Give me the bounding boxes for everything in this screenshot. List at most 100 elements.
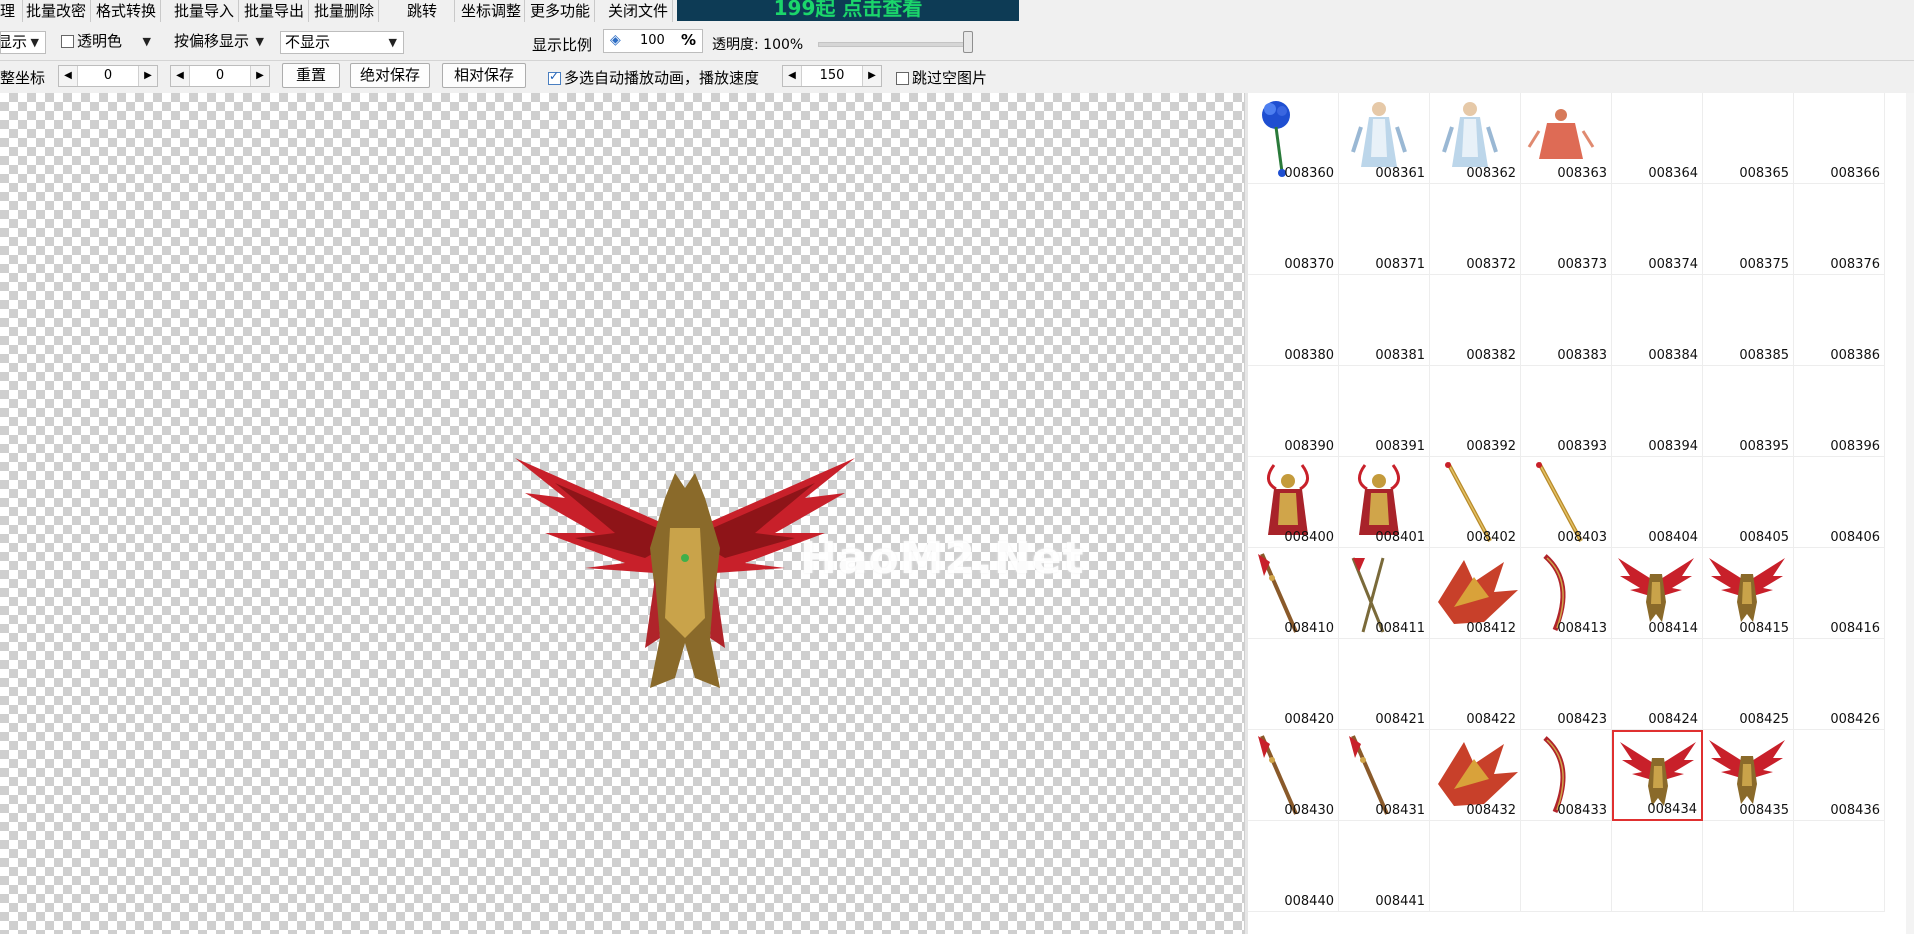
thumbnail-cell[interactable]: 008396 (1794, 366, 1885, 457)
thumbnail-cell[interactable]: 008432 (1430, 730, 1521, 821)
promo-banner[interactable]: 199起 点击查看 (677, 0, 1019, 21)
batch-import-button[interactable]: 批量导入 (170, 0, 239, 22)
display-mode-combo[interactable]: 显示 ▼ (0, 31, 46, 54)
autoplay-checkbox[interactable] (548, 69, 561, 85)
speed-value[interactable]: 150 (801, 66, 863, 86)
arrow-left-icon[interactable]: ◀ (171, 66, 190, 86)
thumbnail-cell[interactable]: 008434 (1612, 730, 1703, 821)
thumbnail-cell[interactable]: 008431 (1339, 730, 1430, 821)
y-coord-value[interactable]: 0 (189, 66, 251, 86)
speed-spinner[interactable]: ◀ 150 ▶ (782, 65, 882, 87)
zoom-field[interactable]: ◈ 100 % (603, 29, 703, 53)
jump-button[interactable]: 跳转 (390, 0, 455, 22)
manage-button[interactable]: 理 (0, 0, 23, 22)
thumbnail-cell[interactable]: 008415 (1703, 548, 1794, 639)
thumbnail-cell[interactable]: 008384 (1612, 275, 1703, 366)
thumbnail-cell[interactable]: 008411 (1339, 548, 1430, 639)
thumbnail-cell[interactable]: 008402 (1430, 457, 1521, 548)
thumbnail-cell[interactable]: 008433 (1521, 730, 1612, 821)
thumbnail-cell[interactable]: 008436 (1794, 730, 1885, 821)
thumbnail-cell[interactable]: 008390 (1248, 366, 1339, 457)
close-file-button[interactable]: 关闭文件 (604, 0, 673, 22)
thumbnail-cell[interactable]: 008416 (1794, 548, 1885, 639)
arrow-right-icon[interactable]: ▶ (862, 66, 881, 86)
batch-delete-button[interactable]: 批量删除 (310, 0, 379, 22)
thumbnail-cell[interactable]: 008395 (1703, 366, 1794, 457)
zoom-value[interactable]: 100 (640, 33, 665, 48)
x-coord-value[interactable]: 0 (77, 66, 139, 86)
thumbnail-cell[interactable]: 008363 (1521, 93, 1612, 184)
transparent-checkbox[interactable] (61, 35, 74, 48)
thumbnail-cell[interactable]: 008385 (1703, 275, 1794, 366)
thumbnail-cell[interactable]: 008381 (1339, 275, 1430, 366)
thumbnail-cell[interactable]: 008410 (1248, 548, 1339, 639)
thumbnail-cell[interactable]: 008414 (1612, 548, 1703, 639)
thumbnail-cell[interactable]: 008366 (1794, 93, 1885, 184)
opacity-slider-handle[interactable] (963, 31, 973, 53)
thumbnail-cell[interactable]: 008392 (1430, 366, 1521, 457)
thumbnail-cell[interactable]: 008361 (1339, 93, 1430, 184)
thumbnail-cell[interactable]: 008401 (1339, 457, 1430, 548)
thumbnail-cell[interactable]: 008420 (1248, 639, 1339, 730)
coord-adjust-button[interactable]: 坐标调整 (458, 0, 525, 22)
offset-display-combo[interactable]: 按偏移显示 ▼ (170, 31, 270, 54)
thumbnail-cell[interactable]: 008394 (1612, 366, 1703, 457)
skip-empty-option[interactable]: 跳过空图片 (896, 67, 987, 88)
hide-combo[interactable]: 不显示 ▼ (280, 31, 404, 54)
thumbnail-cell[interactable]: 008405 (1703, 457, 1794, 548)
thumbnail-cell[interactable]: 008406 (1794, 457, 1885, 548)
skip-empty-checkbox[interactable] (896, 72, 909, 85)
thumbnail-cell[interactable]: 008422 (1430, 639, 1521, 730)
more-features-button[interactable]: 更多功能 (526, 0, 595, 22)
arrow-right-icon[interactable]: ▶ (250, 66, 269, 86)
thumbnail-cell[interactable]: 008403 (1521, 457, 1612, 548)
opacity-slider-track[interactable] (818, 42, 970, 47)
thumbnail-cell[interactable]: 008386 (1794, 275, 1885, 366)
reset-button[interactable]: 重置 (282, 63, 340, 88)
thumbnail-cell[interactable]: 008364 (1612, 93, 1703, 184)
thumbnail-cell[interactable]: 008426 (1794, 639, 1885, 730)
autoplay-option[interactable]: 多选自动播放动画，播放速度 (548, 67, 759, 88)
thumbnail-cell[interactable]: 008440 (1248, 821, 1339, 912)
thumbnail-cell[interactable]: 008391 (1339, 366, 1430, 457)
thumbnail-cell[interactable]: 008393 (1521, 366, 1612, 457)
batch-rekey-button[interactable]: 批量改密 (22, 0, 91, 22)
vertical-scrollbar[interactable] (1906, 93, 1914, 934)
format-convert-button[interactable]: 格式转换 (92, 0, 161, 22)
relative-save-button[interactable]: 相对保存 (442, 63, 526, 88)
thumbnail-cell[interactable]: 008413 (1521, 548, 1612, 639)
absolute-save-button[interactable]: 绝对保存 (350, 63, 430, 88)
x-coord-spinner[interactable]: ◀ 0 ▶ (58, 65, 158, 87)
thumbnail-cell[interactable]: 008362 (1430, 93, 1521, 184)
transparent-color-combo[interactable]: 透明色 ▼ (57, 31, 157, 54)
thumbnail-cell[interactable]: 008365 (1703, 93, 1794, 184)
y-coord-spinner[interactable]: ◀ 0 ▶ (170, 65, 270, 87)
arrow-right-icon[interactable]: ▶ (138, 66, 157, 86)
thumbnail-cell[interactable]: 008374 (1612, 184, 1703, 275)
thumbnail-cell[interactable]: 008424 (1612, 639, 1703, 730)
batch-export-button[interactable]: 批量导出 (240, 0, 309, 22)
thumbnail-cell[interactable]: 008382 (1430, 275, 1521, 366)
thumbnail-cell[interactable]: 008404 (1612, 457, 1703, 548)
thumbnail-cell[interactable]: 008371 (1339, 184, 1430, 275)
thumbnail-cell[interactable]: 008380 (1248, 275, 1339, 366)
preview-canvas[interactable]: HaoM2.Net (0, 93, 1244, 934)
arrow-left-icon[interactable]: ◀ (59, 66, 78, 86)
thumbnail-cell[interactable]: 008376 (1794, 184, 1885, 275)
arrow-left-icon[interactable]: ◀ (783, 66, 802, 86)
eraser-icon[interactable]: ◈ (610, 32, 621, 48)
thumbnail-cell[interactable]: 008435 (1703, 730, 1794, 821)
thumbnail-cell[interactable]: 008412 (1430, 548, 1521, 639)
thumbnail-cell[interactable]: 008425 (1703, 639, 1794, 730)
thumbnail-cell[interactable]: 008441 (1339, 821, 1430, 912)
thumbnail-cell[interactable]: 008375 (1703, 184, 1794, 275)
thumbnail-cell[interactable]: 008372 (1430, 184, 1521, 275)
thumbnail-cell[interactable]: 008423 (1521, 639, 1612, 730)
thumbnail-cell[interactable]: 008430 (1248, 730, 1339, 821)
thumbnail-cell[interactable]: 008373 (1521, 184, 1612, 275)
thumbnail-cell[interactable]: 008360 (1248, 93, 1339, 184)
thumbnail-cell[interactable]: 008400 (1248, 457, 1339, 548)
thumbnail-cell[interactable]: 008370 (1248, 184, 1339, 275)
thumbnail-cell[interactable]: 008383 (1521, 275, 1612, 366)
thumbnail-cell[interactable]: 008421 (1339, 639, 1430, 730)
